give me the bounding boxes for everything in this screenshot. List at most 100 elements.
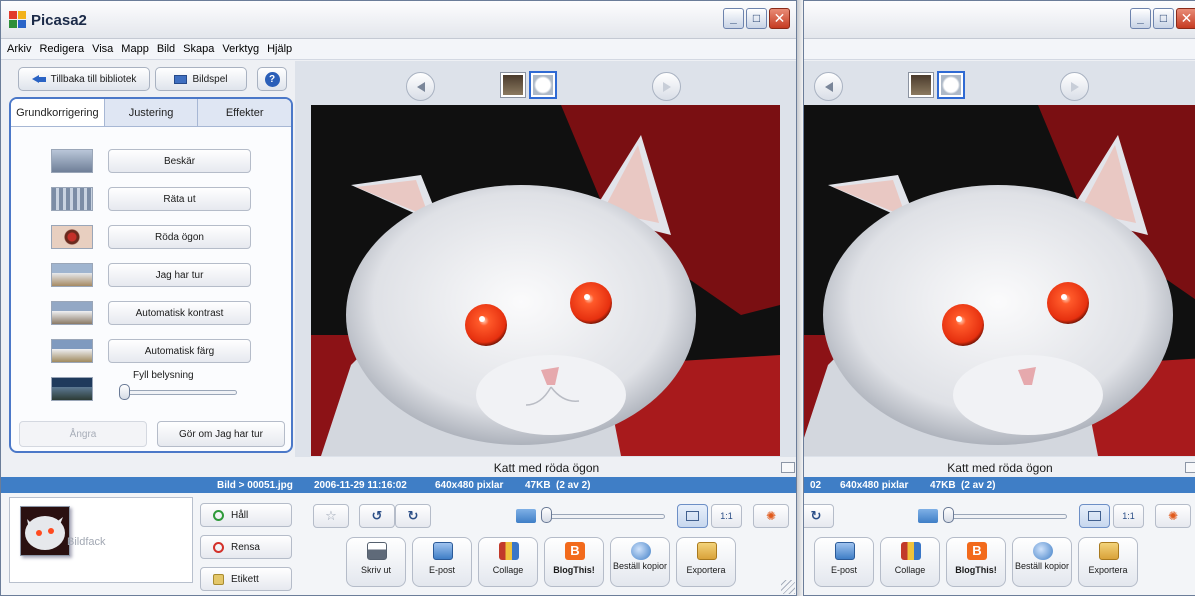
- undo-button[interactable]: Ångra: [19, 421, 147, 447]
- menu-redigera[interactable]: Redigera: [39, 43, 84, 55]
- order-prints-label: Beställ kopior: [612, 561, 668, 571]
- export-button-2[interactable]: Exportera: [1078, 537, 1138, 587]
- photo-caption[interactable]: Katt med röda ögon: [494, 461, 599, 475]
- email-label: E-post: [428, 565, 455, 575]
- zoom-slider-track-2[interactable]: [943, 514, 1067, 519]
- auto-color-button[interactable]: Automatisk färg: [108, 339, 251, 363]
- star-button[interactable]: ☆: [313, 504, 349, 528]
- straighten-button[interactable]: Räta ut: [108, 187, 251, 211]
- blogthis-button[interactable]: B BlogThis!: [544, 537, 604, 587]
- close-button-2[interactable]: ✕: [1176, 8, 1195, 29]
- red-eye-button[interactable]: Röda ögon: [108, 225, 251, 249]
- arrow-right-icon: [662, 81, 671, 92]
- hold-icon: [213, 510, 224, 521]
- menu-bild[interactable]: Bild: [157, 43, 175, 55]
- photo-caption-2[interactable]: Katt med röda ögon: [947, 461, 1052, 475]
- auto-color-thumbnail: [51, 339, 93, 363]
- maximize-button-2[interactable]: □: [1153, 8, 1174, 29]
- collage-icon: [901, 542, 921, 560]
- menu-skapa[interactable]: Skapa: [183, 43, 214, 55]
- previous-photo-button[interactable]: [406, 72, 435, 101]
- zoom-slider-handle-2[interactable]: [943, 507, 954, 523]
- tab-justering[interactable]: Justering: [105, 99, 199, 126]
- fill-light-slider-handle[interactable]: [119, 384, 130, 400]
- filmstrip-thumb-1-2[interactable]: [909, 73, 933, 97]
- maximize-button[interactable]: □: [746, 8, 767, 29]
- printer-icon: [367, 542, 387, 560]
- menu-arkiv[interactable]: Arkiv: [7, 43, 31, 55]
- photo-tray[interactable]: Bildfack: [9, 497, 193, 583]
- rotate-right-button[interactable]: ↻: [395, 504, 431, 528]
- menu-hjalp[interactable]: Hjälp: [267, 43, 292, 55]
- cat-photo-image: [311, 105, 780, 456]
- main-photo[interactable]: [311, 105, 780, 456]
- main-photo-2[interactable]: [804, 105, 1195, 456]
- order-prints-button[interactable]: Beställ kopior: [610, 537, 670, 587]
- tab-effekter[interactable]: Effekter: [198, 99, 291, 126]
- crop-button[interactable]: Beskär: [108, 149, 251, 173]
- close-button[interactable]: ✕: [769, 8, 790, 29]
- minimize-button-2[interactable]: _: [1130, 8, 1151, 29]
- menu-visa[interactable]: Visa: [92, 43, 113, 55]
- fix-row-auto-color: Automatisk färg: [51, 339, 251, 365]
- next-photo-button[interactable]: [652, 72, 681, 101]
- help-icon: ?: [264, 71, 280, 87]
- title-bar[interactable]: Picasa2 _ □ ✕: [1, 1, 796, 39]
- blogthis-button-2[interactable]: B BlogThis!: [946, 537, 1006, 587]
- arrow-left-icon: [824, 81, 833, 92]
- back-to-library-button[interactable]: Tillbaka till bibliotek: [18, 67, 150, 91]
- filmstrip-thumb-2[interactable]: [531, 73, 555, 97]
- slideshow-button[interactable]: Bildspel: [155, 67, 247, 91]
- filmstrip-thumb-2-2[interactable]: [939, 73, 963, 97]
- rotate-right-button-2[interactable]: ↻: [804, 504, 834, 528]
- zoom-slider-handle[interactable]: [541, 507, 552, 523]
- tab-grundkorrigering[interactable]: Grundkorrigering: [11, 99, 105, 126]
- zoom-slider-track[interactable]: [541, 514, 665, 519]
- previous-photo-button-2[interactable]: [814, 72, 843, 101]
- export-folder-icon: [697, 542, 717, 560]
- delete-caption-icon-2[interactable]: [1185, 462, 1195, 473]
- email-button[interactable]: E-post: [412, 537, 472, 587]
- resize-grip[interactable]: [781, 580, 795, 594]
- zoom-1to1-button[interactable]: 1:1: [711, 504, 742, 528]
- menu-verktyg[interactable]: Verktyg: [222, 43, 259, 55]
- delete-caption-icon[interactable]: [781, 462, 795, 473]
- order-prints-button-2[interactable]: Beställ kopior: [1012, 537, 1072, 587]
- im-feeling-lucky-button[interactable]: Jag har tur: [108, 263, 251, 287]
- minimize-button[interactable]: _: [723, 8, 744, 29]
- fill-light-slider-track[interactable]: [119, 390, 237, 395]
- print-button[interactable]: Skriv ut: [346, 537, 406, 587]
- collage-button[interactable]: Collage: [478, 537, 538, 587]
- bottom-tray-2: ↻ 1:1 ✺ E-post Collage B BlogThis! Bestä…: [804, 493, 1195, 595]
- app-title: Picasa2: [31, 12, 87, 29]
- bottom-tray: Bildfack Håll Rensa Etikett ☆ ↺ ↻ 1:1 ✺: [1, 493, 796, 595]
- zoom-fit-button-2[interactable]: [1079, 504, 1110, 528]
- next-photo-button-2[interactable]: [1060, 72, 1089, 101]
- info-path-fragment-2: 02: [810, 479, 822, 491]
- title-bar-2[interactable]: _ □ ✕: [804, 1, 1195, 39]
- caption-bar-2: Katt med röda ögon: [804, 459, 1195, 477]
- clear-button[interactable]: Rensa: [200, 535, 292, 559]
- menu-mapp[interactable]: Mapp: [121, 43, 149, 55]
- hold-button[interactable]: Håll: [200, 503, 292, 527]
- collage-button-2[interactable]: Collage: [880, 537, 940, 587]
- zoom-fit-button[interactable]: [677, 504, 708, 528]
- menu-bar: Arkiv Redigera Visa Mapp Bild Skapa Verk…: [1, 39, 796, 60]
- redo-lucky-button[interactable]: Gör om Jag har tur: [157, 421, 285, 447]
- tray-photo-thumbnail[interactable]: [20, 506, 70, 556]
- blogger-icon: B: [967, 542, 987, 560]
- filmstrip-thumb-1[interactable]: [501, 73, 525, 97]
- export-button[interactable]: Exportera: [676, 537, 736, 587]
- tray-cat-image: [21, 507, 69, 555]
- color-picker-button-2[interactable]: ✺: [1155, 504, 1191, 528]
- zoom-fit-icon: [686, 511, 699, 521]
- zoom-1to1-button-2[interactable]: 1:1: [1113, 504, 1144, 528]
- rotate-left-button[interactable]: ↺: [359, 504, 395, 528]
- slideshow-icon: [174, 74, 188, 84]
- picasa-window-second: _ □ ✕ Katt med röda ögon 02 640x480 pixl…: [803, 0, 1195, 596]
- help-button[interactable]: ?: [257, 67, 287, 91]
- email-button-2[interactable]: E-post: [814, 537, 874, 587]
- auto-contrast-button[interactable]: Automatisk kontrast: [108, 301, 251, 325]
- color-picker-button[interactable]: ✺: [753, 504, 789, 528]
- label-button[interactable]: Etikett: [200, 567, 292, 591]
